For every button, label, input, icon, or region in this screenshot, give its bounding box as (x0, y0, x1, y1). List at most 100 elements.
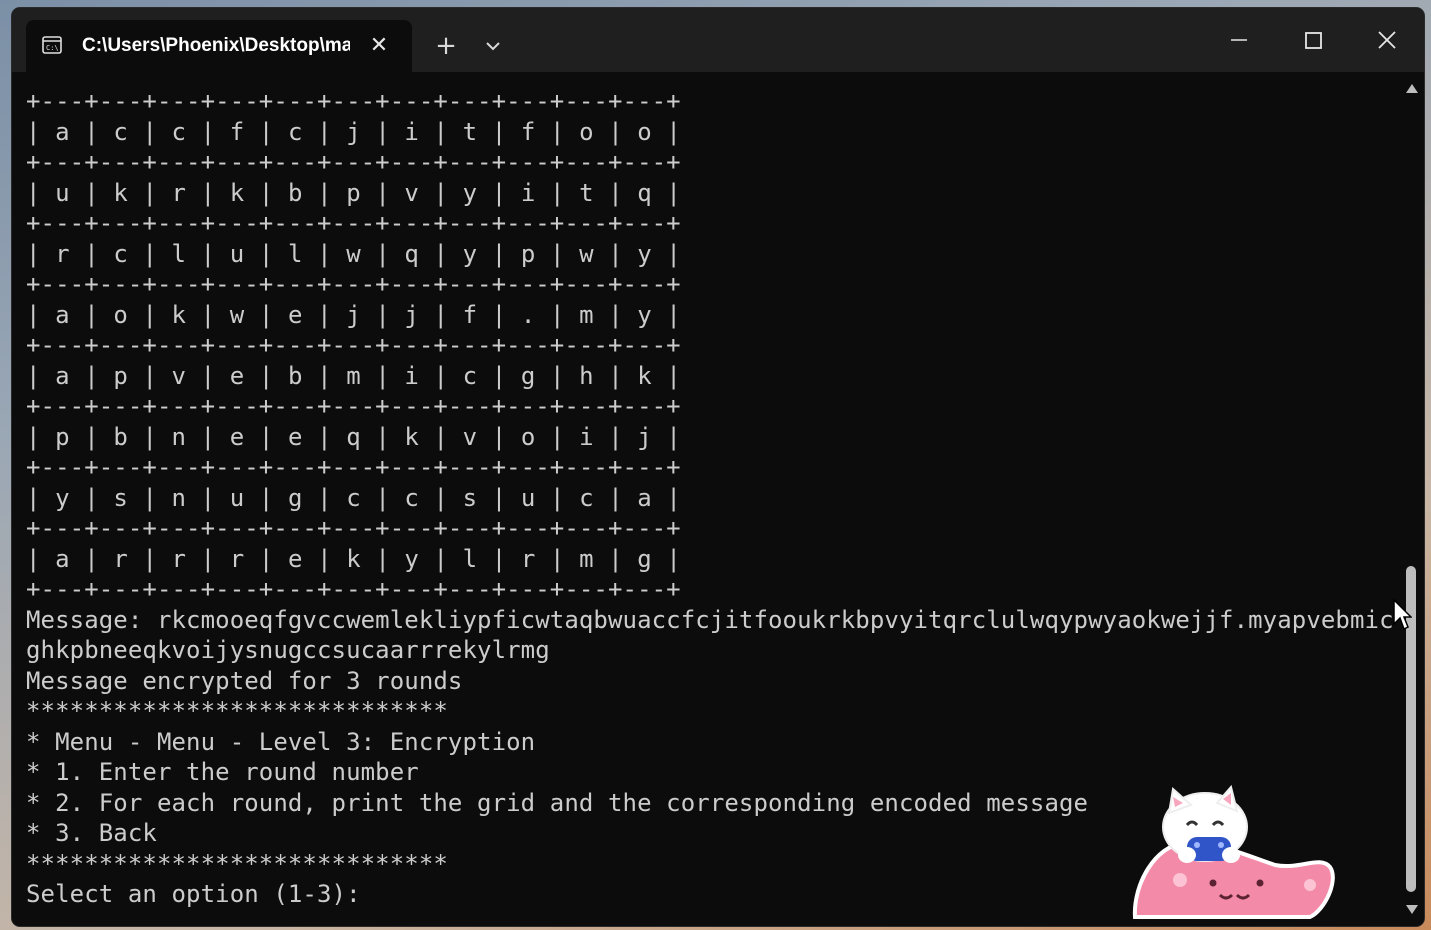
grid-cell: f (215, 117, 259, 146)
grid-cell: p (331, 178, 376, 207)
maximize-icon[interactable] (1290, 22, 1336, 58)
grid-cell: u (215, 483, 259, 512)
scroll-up-arrow-icon[interactable] (1404, 82, 1420, 96)
grid-cell: m (564, 544, 609, 573)
grid-cell: p (98, 361, 143, 390)
grid-cell: c (98, 239, 143, 268)
grid-cell: s (98, 483, 143, 512)
grid-cell: e (273, 422, 318, 451)
console-line: Message encrypted for 3 rounds (26, 666, 463, 695)
grid-cell: a (40, 117, 85, 146)
grid-cell: n (157, 483, 201, 512)
grid-cell: o (622, 117, 667, 146)
grid-cell: l (448, 544, 492, 573)
grid-cell: i (389, 117, 434, 146)
mouse-pointer-icon (1393, 598, 1412, 631)
grid-cell: k (331, 544, 376, 573)
grid-cell: r (506, 544, 550, 573)
grid-cell: y (448, 178, 492, 207)
console-line: ghkpbneeqkvoijysnugccsucaarrrekylrmg (26, 636, 550, 664)
console-line: ***************************** (26, 697, 448, 725)
grid-cell: k (389, 422, 434, 451)
grid-cell: q (389, 239, 434, 268)
grid-row: | a | r | r | r | e | k | y | l | r | m … (26, 544, 681, 573)
console-line: Select an option (1-3): (26, 880, 376, 908)
grid-cell: y (622, 300, 667, 329)
grid-cell: g (506, 361, 550, 390)
grid-row: | a | p | v | e | b | m | i | c | g | h … (26, 361, 681, 390)
grid-cell: j (389, 300, 434, 329)
grid-cell: r (157, 178, 201, 207)
grid-cell: r (40, 239, 85, 268)
grid-cell: t (448, 117, 492, 146)
grid-cell: n (157, 422, 201, 451)
grid-cell: u (506, 483, 550, 512)
grid-separator: +---+---+---+---+---+---+---+---+---+---… (26, 514, 681, 542)
close-tab-icon[interactable]: ✕ (366, 33, 392, 59)
grid-cell: w (564, 239, 609, 268)
grid-cell: y (448, 239, 492, 268)
grid-cell: j (331, 117, 376, 146)
grid-cell: g (622, 544, 667, 573)
grid-row: | p | b | n | e | e | q | k | v | o | i … (26, 422, 681, 451)
console-line: * 2. For each round, print the grid and … (26, 788, 1089, 817)
grid-cell: l (157, 239, 201, 268)
grid-cell: r (157, 544, 201, 573)
scroll-down-arrow-icon[interactable] (1404, 902, 1420, 916)
title-bar: C:\ C:\Users\Phoenix\Desktop\ma ✕ + (12, 8, 1424, 72)
grid-cell: t (564, 178, 609, 207)
grid-separator: +---+---+---+---+---+---+---+---+---+---… (26, 453, 681, 481)
grid-row: | u | k | r | k | b | p | v | y | i | t … (26, 178, 681, 207)
grid-cell: b (273, 361, 318, 390)
svg-text:C:\: C:\ (46, 44, 59, 52)
grid-separator: +---+---+---+---+---+---+---+---+---+---… (26, 392, 681, 420)
letter-grid: +---+---+---+---+---+---+---+---+---+---… (26, 87, 681, 603)
grid-row: | a | c | c | f | c | j | i | t | f | o … (26, 117, 681, 146)
grid-cell: v (157, 361, 201, 390)
plus-icon[interactable]: + (432, 32, 460, 60)
console-line: Message: rkcmooeqfgvccwemlekliypficwtaqb… (26, 605, 1394, 634)
grid-cell: c (389, 483, 434, 512)
grid-cell: f (506, 117, 550, 146)
close-icon[interactable] (1364, 22, 1410, 58)
grid-separator: +---+---+---+---+---+---+---+---+---+---… (26, 575, 681, 603)
grid-cell: k (215, 178, 259, 207)
grid-cell: v (389, 178, 434, 207)
grid-cell: r (98, 544, 143, 573)
grid-cell: j (331, 300, 376, 329)
grid-cell: u (40, 178, 85, 207)
grid-cell: i (506, 178, 550, 207)
grid-cell: p (40, 422, 85, 451)
grid-cell: c (564, 483, 609, 512)
grid-separator: +---+---+---+---+---+---+---+---+---+---… (26, 209, 681, 237)
grid-cell: q (331, 422, 376, 451)
grid-cell: y (389, 544, 434, 573)
grid-separator: +---+---+---+---+---+---+---+---+---+---… (26, 148, 681, 176)
grid-cell: k (157, 300, 201, 329)
pink-cat-mascot (1132, 785, 1335, 919)
grid-cell: c (273, 117, 318, 146)
vertical-scrollbar[interactable] (1400, 72, 1424, 926)
grid-cell: f (448, 300, 492, 329)
grid-cell: h (564, 361, 609, 390)
grid-cell: a (622, 483, 667, 512)
grid-cell: o (98, 300, 143, 329)
grid-cell: b (273, 178, 318, 207)
grid-cell: j (622, 422, 667, 451)
grid-separator: +---+---+---+---+---+---+---+---+---+---… (26, 87, 681, 115)
grid-cell: l (273, 239, 318, 268)
grid-cell: . (506, 300, 550, 329)
grid-cell: v (448, 422, 492, 451)
grid-cell: c (448, 361, 492, 390)
chevron-down-icon[interactable] (480, 32, 506, 60)
grid-cell: s (448, 483, 492, 512)
console-line: * 3. Back (26, 819, 157, 847)
grid-cell: c (331, 483, 376, 512)
grid-cell: e (215, 422, 259, 451)
grid-cell: c (98, 117, 143, 146)
grid-cell: y (622, 239, 667, 268)
minimize-icon[interactable] (1216, 22, 1262, 58)
grid-separator: +---+---+---+---+---+---+---+---+---+---… (26, 270, 681, 298)
terminal-tab[interactable]: C:\ C:\Users\Phoenix\Desktop\ma ✕ (26, 20, 412, 72)
grid-cell: k (622, 361, 667, 390)
